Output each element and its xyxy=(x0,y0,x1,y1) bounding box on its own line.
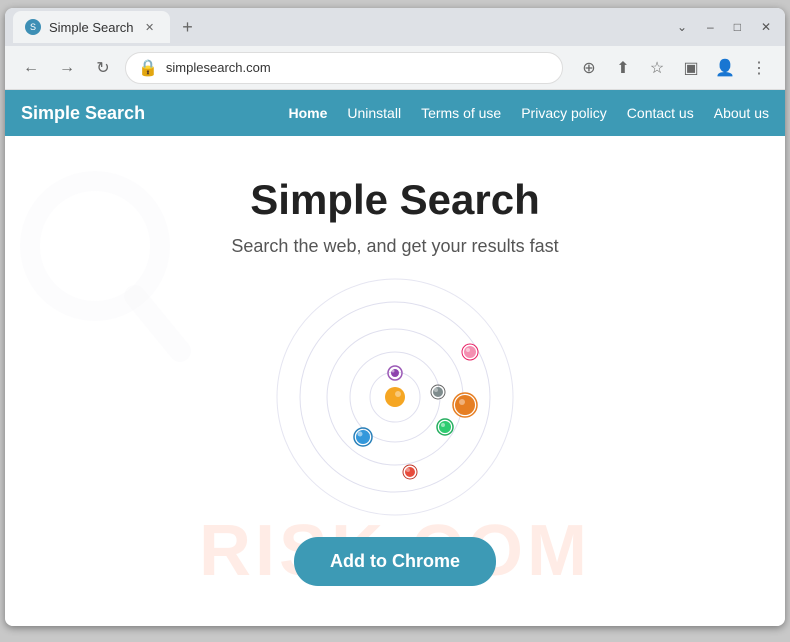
reload-button[interactable]: ↻ xyxy=(89,54,117,82)
nav-uninstall[interactable]: Uninstall xyxy=(347,105,401,121)
page-content: Simple Search Home Uninstall Terms of us… xyxy=(5,90,785,626)
nav-contact[interactable]: Contact us xyxy=(627,105,694,121)
site-logo: Simple Search xyxy=(21,103,145,124)
hero-title: Simple Search xyxy=(25,176,765,224)
new-tab-button[interactable]: + xyxy=(174,13,202,41)
chevron-down-icon[interactable]: ⌄ xyxy=(671,18,693,36)
forward-button[interactable]: → xyxy=(53,54,81,82)
profile-icon[interactable]: 👤 xyxy=(711,54,739,82)
hero-section: RISK.COM Simple Search Search the web, a… xyxy=(5,136,785,626)
title-bar: S Simple Search ✕ + ⌄ – □ ✕ xyxy=(5,8,785,46)
nav-privacy[interactable]: Privacy policy xyxy=(521,105,607,121)
minimize-button[interactable]: – xyxy=(701,18,720,36)
url-bar[interactable]: 🔒 simplesearch.com xyxy=(125,52,563,84)
tab-title: Simple Search xyxy=(49,20,134,35)
nav-links: Home Uninstall Terms of use Privacy poli… xyxy=(288,105,769,121)
solar-system-graphic xyxy=(245,277,545,517)
add-to-chrome-button[interactable]: Add to Chrome xyxy=(294,537,496,586)
share-icon[interactable]: ⬆ xyxy=(609,54,637,82)
toolbar-icons: ⊕ ⬆ ☆ ▣ 👤 ⋮ xyxy=(575,54,773,82)
nav-terms[interactable]: Terms of use xyxy=(421,105,501,121)
window-controls: ⌄ – □ ✕ xyxy=(671,18,777,36)
close-button[interactable]: ✕ xyxy=(755,18,777,36)
maximize-button[interactable]: □ xyxy=(728,18,747,36)
site-nav: Simple Search Home Uninstall Terms of us… xyxy=(5,90,785,136)
tab-close-button[interactable]: ✕ xyxy=(142,19,158,35)
address-bar: ← → ↻ 🔒 simplesearch.com ⊕ ⬆ ☆ ▣ 👤 ⋮ xyxy=(5,46,785,90)
browser-window: S Simple Search ✕ + ⌄ – □ ✕ ← → ↻ 🔒 simp… xyxy=(5,8,785,626)
menu-icon[interactable]: ⋮ xyxy=(745,54,773,82)
nav-home[interactable]: Home xyxy=(288,105,327,121)
extension-icon[interactable]: ▣ xyxy=(677,54,705,82)
search-icon[interactable]: ⊕ xyxy=(575,54,603,82)
bookmark-icon[interactable]: ☆ xyxy=(643,54,671,82)
active-tab[interactable]: S Simple Search ✕ xyxy=(13,11,170,43)
tab-favicon: S xyxy=(25,19,41,35)
url-text: simplesearch.com xyxy=(166,60,550,75)
back-button[interactable]: ← xyxy=(17,54,45,82)
hero-subtitle: Search the web, and get your results fas… xyxy=(25,236,765,257)
title-bar-left: S Simple Search ✕ + xyxy=(13,11,202,43)
nav-about[interactable]: About us xyxy=(714,105,769,121)
lock-icon: 🔒 xyxy=(138,58,158,78)
